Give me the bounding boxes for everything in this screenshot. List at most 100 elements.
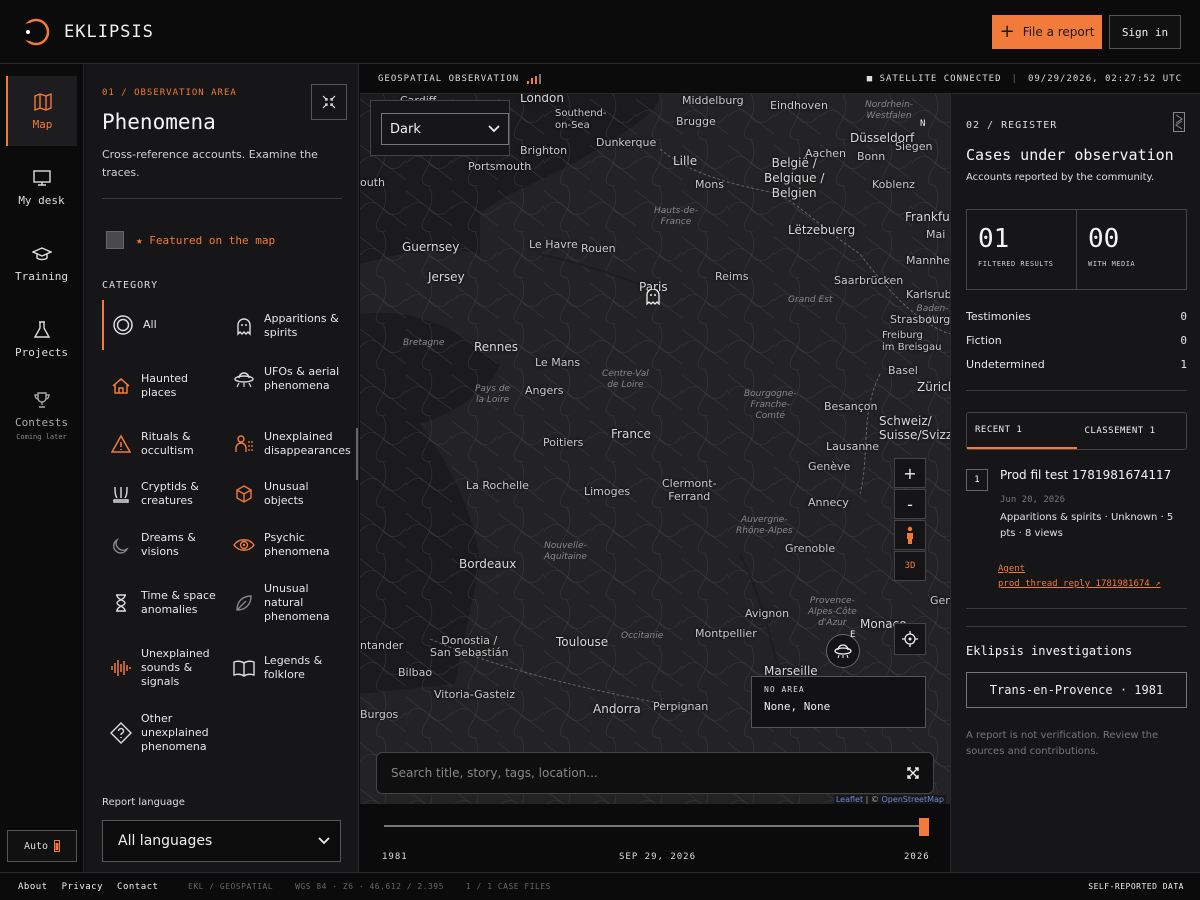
map-style-select[interactable]: Dark [381,113,509,145]
collapse-register-button[interactable] [1173,112,1185,132]
category-other[interactable]: Other unexplained phenomena [110,712,228,754]
map-region: Auvergne- Rhône-Alpes [736,515,793,536]
sign-in-button[interactable]: Sign in [1109,15,1181,49]
case-marker-ghost-icon[interactable] [646,288,660,309]
featured-checkbox[interactable] [106,231,124,249]
crosshair-icon [902,631,918,647]
logo[interactable]: EKLIPSIS [20,17,154,47]
map-label: Zürich [917,380,950,394]
panel-scrollbar[interactable] [356,428,358,480]
locate-button[interactable] [894,623,926,655]
map-label: Clermont- Ferrand [662,477,717,503]
search-placeholder: Search title, story, tags, location... [391,766,598,780]
rail-item-projects[interactable]: Projects [6,304,77,374]
category-sounds[interactable]: Unexplained sounds & signals [110,647,228,689]
timeline-handle[interactable] [919,818,929,836]
separator: | [1011,74,1018,84]
map-label: Mannheim [906,254,950,267]
footer-link-contact[interactable]: Contact [117,882,158,892]
graduation-cap-icon [31,246,52,260]
trophy-icon [33,391,50,408]
rail-item-map[interactable]: Map [6,76,77,146]
tab-recent[interactable]: RECENT 1 [967,413,1077,449]
footer-link-about[interactable]: About [18,882,48,892]
category-haunted-places[interactable]: Haunted places [110,372,220,400]
house-icon [110,375,132,397]
3d-toggle-button[interactable]: 3D [894,551,926,581]
category-time-space[interactable]: Time & space anomalies [110,589,228,617]
category-rituals[interactable]: Rituals & occultism [110,430,225,458]
category-label: UFOs & aerial phenomena [264,365,340,392]
file-report-button[interactable]: + File a report [992,15,1102,49]
timeline-current: SEP 29, 2026 [619,852,697,862]
auto-theme-toggle[interactable]: Auto [7,830,77,862]
category-dreams[interactable]: Dreams & visions [110,531,228,559]
map-header-title: GEOSPATIAL OBSERVATION [378,74,520,84]
map-label: Freiburg im Breisgau [882,330,942,353]
footer-meta: EKL / GEOSPATIAL [188,882,274,891]
map-label: Middelburg [682,94,744,107]
stats-box: 01 FILTERED RESULTS 00 WITH MEDIA [966,209,1187,290]
footer-link-privacy[interactable]: Privacy [62,882,103,892]
breakdown-undetermined[interactable]: Undetermined 1 [966,358,1187,371]
chevron-down-icon [318,837,330,845]
attribution-osm-link[interactable]: OpenStreetMap [881,795,944,804]
breakdown-testimonies[interactable]: Testimonies 0 [966,310,1187,323]
tab-classement[interactable]: CLASSEMENT 1 [1077,413,1187,449]
language-select[interactable]: All languages [102,820,341,862]
divider [966,608,1187,609]
zoom-in-button[interactable]: + [894,458,926,488]
breakdown-fiction[interactable]: Fiction 0 [966,334,1187,347]
map-label: Reims [715,270,749,283]
attribution-leaflet-link[interactable]: Leaflet [836,795,863,804]
register-panel: 02 / REGISTER Cases under observation Ac… [950,94,1200,872]
street-view-button[interactable] [894,520,926,550]
collapse-panel-button[interactable] [311,84,347,120]
case-title[interactable]: Prod fil test 1781981674117 [1000,468,1171,482]
zoom-out-button[interactable]: - [894,489,926,519]
map-label: Mons [695,178,724,191]
category-label: Time & space anomalies [141,589,216,616]
collapse-icon [1175,114,1183,130]
case-agent-link[interactable]: Agent prod_thread_reply_1781981674 ↗ [998,562,1161,592]
category-cryptids[interactable]: Cryptids & creatures [110,480,228,508]
investigation-button[interactable]: Trans-en-Provence · 1981 [966,672,1187,708]
category-disappearances[interactable]: Unexplained disappearances [233,430,357,458]
category-label: Rituals & occultism [141,430,194,457]
stat-label: WITH MEDIA [1088,260,1136,268]
map-search-input[interactable]: Search title, story, tags, location... [376,752,934,794]
register-tabs: RECENT 1 CLASSEMENT 1 [966,412,1187,450]
map-label: Andorra [593,702,641,716]
map-label: Brugge [676,115,716,128]
map-label: Karlsrube [906,288,950,301]
rail-item-training[interactable]: Training [6,228,77,298]
category-label: Psychic phenomena [264,531,330,558]
map-region: Pays de la Loire [475,384,511,405]
featured-filter[interactable]: ★ Featured on the map [106,231,275,249]
map-region: Nordrhein- Westfalen [865,100,914,121]
map-style-control: Dark [370,100,510,156]
map-canvas[interactable]: Cardiff London Southend- on-Sea Brighton… [360,94,950,804]
category-legends[interactable]: Legends & folklore [233,654,351,682]
monitor-icon [32,169,51,186]
footer: About Privacy Contact EKL / GEOSPATIAL W… [0,872,1200,900]
rail-item-label: Contests [15,415,68,429]
category-ufos[interactable]: UFOs & aerial phenomena [233,365,351,393]
category-unusual-objects[interactable]: Unusual objects [233,480,351,508]
clear-icon[interactable] [907,767,919,779]
category-heading: CATEGORY [102,280,159,291]
category-psychic[interactable]: Psychic phenomena [233,531,351,559]
category-label: Unexplained disappearances [264,430,351,457]
eye-icon [233,534,255,556]
plus-icon: + [999,21,1015,42]
timeline-start: 1981 [382,852,408,862]
map-label: Guernsey [402,240,460,254]
case-index: 1 [966,469,988,491]
timeline-track[interactable] [384,825,926,827]
category-natural[interactable]: Unusual natural phenomena [233,582,351,624]
category-all[interactable]: All [102,300,157,350]
category-apparitions[interactable]: Apparitions & spirits [233,312,351,340]
zoom-controls: + - 3D [894,458,926,581]
map-label: Toulouse [556,635,609,649]
rail-item-my-desk[interactable]: My desk [6,152,77,222]
